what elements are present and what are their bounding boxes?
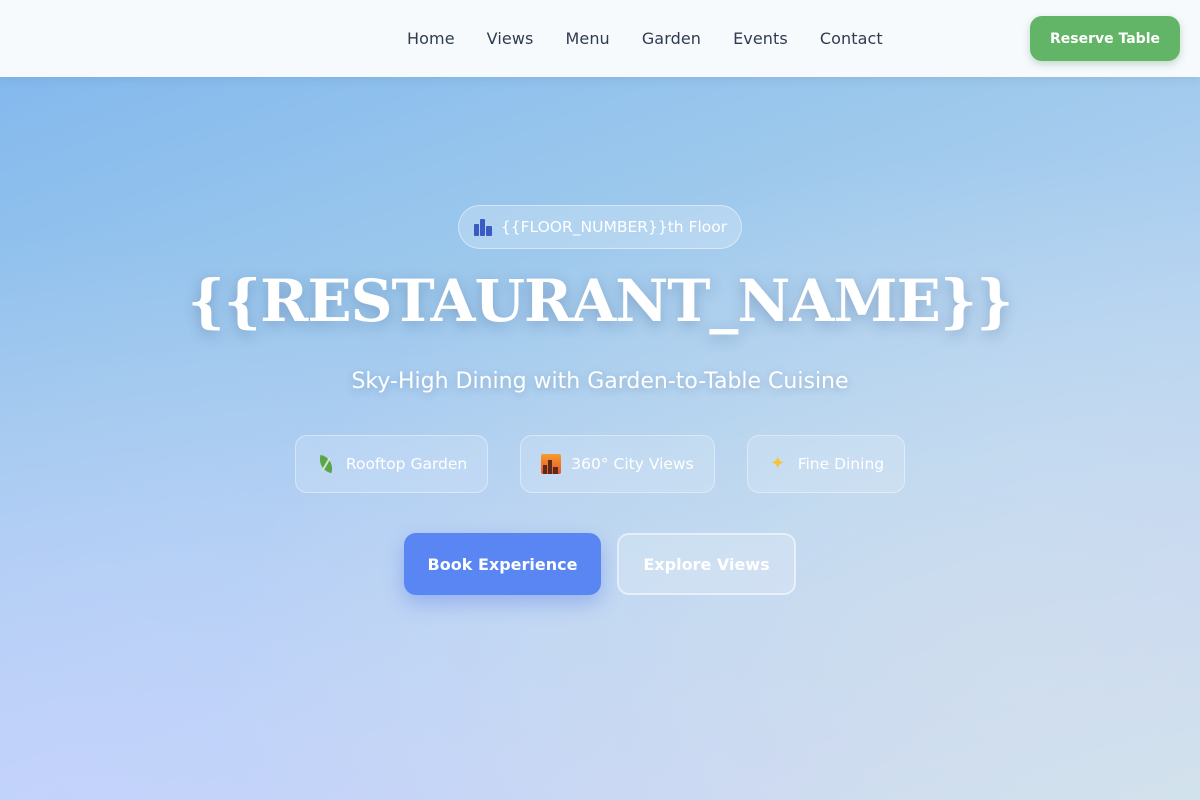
city-sunset-icon <box>541 454 562 474</box>
feature-city-views: 360° City Views <box>520 435 715 493</box>
floor-badge-label: {{FLOOR_NUMBER}}th Floor <box>500 218 728 236</box>
restaurant-name-title: {{RESTAURANT_NAME}} <box>187 267 1014 335</box>
site-header: Home Views Menu Garden Events Contact Re… <box>0 0 1200 77</box>
cityscape-icon <box>473 218 493 236</box>
reserve-table-button[interactable]: Reserve Table <box>1030 16 1180 61</box>
feature-label: 360° City Views <box>571 455 694 473</box>
sparkles-icon: ✦ <box>770 453 786 474</box>
feature-label: Rooftop Garden <box>345 455 468 473</box>
nav-link-events[interactable]: Events <box>733 29 788 48</box>
floor-badge: {{FLOOR_NUMBER}}th Floor <box>458 205 742 249</box>
explore-views-button[interactable]: Explore Views <box>617 533 796 595</box>
main-nav: Home Views Menu Garden Events Contact <box>407 0 883 77</box>
hero-actions: Book Experience Explore Views <box>0 533 1200 595</box>
feature-rooftop-garden: Rooftop Garden <box>294 435 489 493</box>
feature-list: Rooftop Garden 360° City Views ✦ Fine Di… <box>0 435 1200 493</box>
hero-subtitle: Sky-High Dining with Garden-to-Table Cui… <box>351 369 849 394</box>
book-experience-button[interactable]: Book Experience <box>404 533 601 595</box>
nav-link-garden[interactable]: Garden <box>642 29 701 48</box>
feature-fine-dining: ✦ Fine Dining <box>746 435 906 493</box>
feature-label: Fine Dining <box>797 455 885 473</box>
nav-link-views[interactable]: Views <box>487 29 534 48</box>
hero-section: {{FLOOR_NUMBER}}th Floor {{RESTAURANT_NA… <box>0 77 1200 800</box>
nav-link-contact[interactable]: Contact <box>820 29 883 48</box>
leaf-icon <box>316 454 336 474</box>
nav-link-menu[interactable]: Menu <box>565 29 609 48</box>
nav-link-home[interactable]: Home <box>407 29 455 48</box>
